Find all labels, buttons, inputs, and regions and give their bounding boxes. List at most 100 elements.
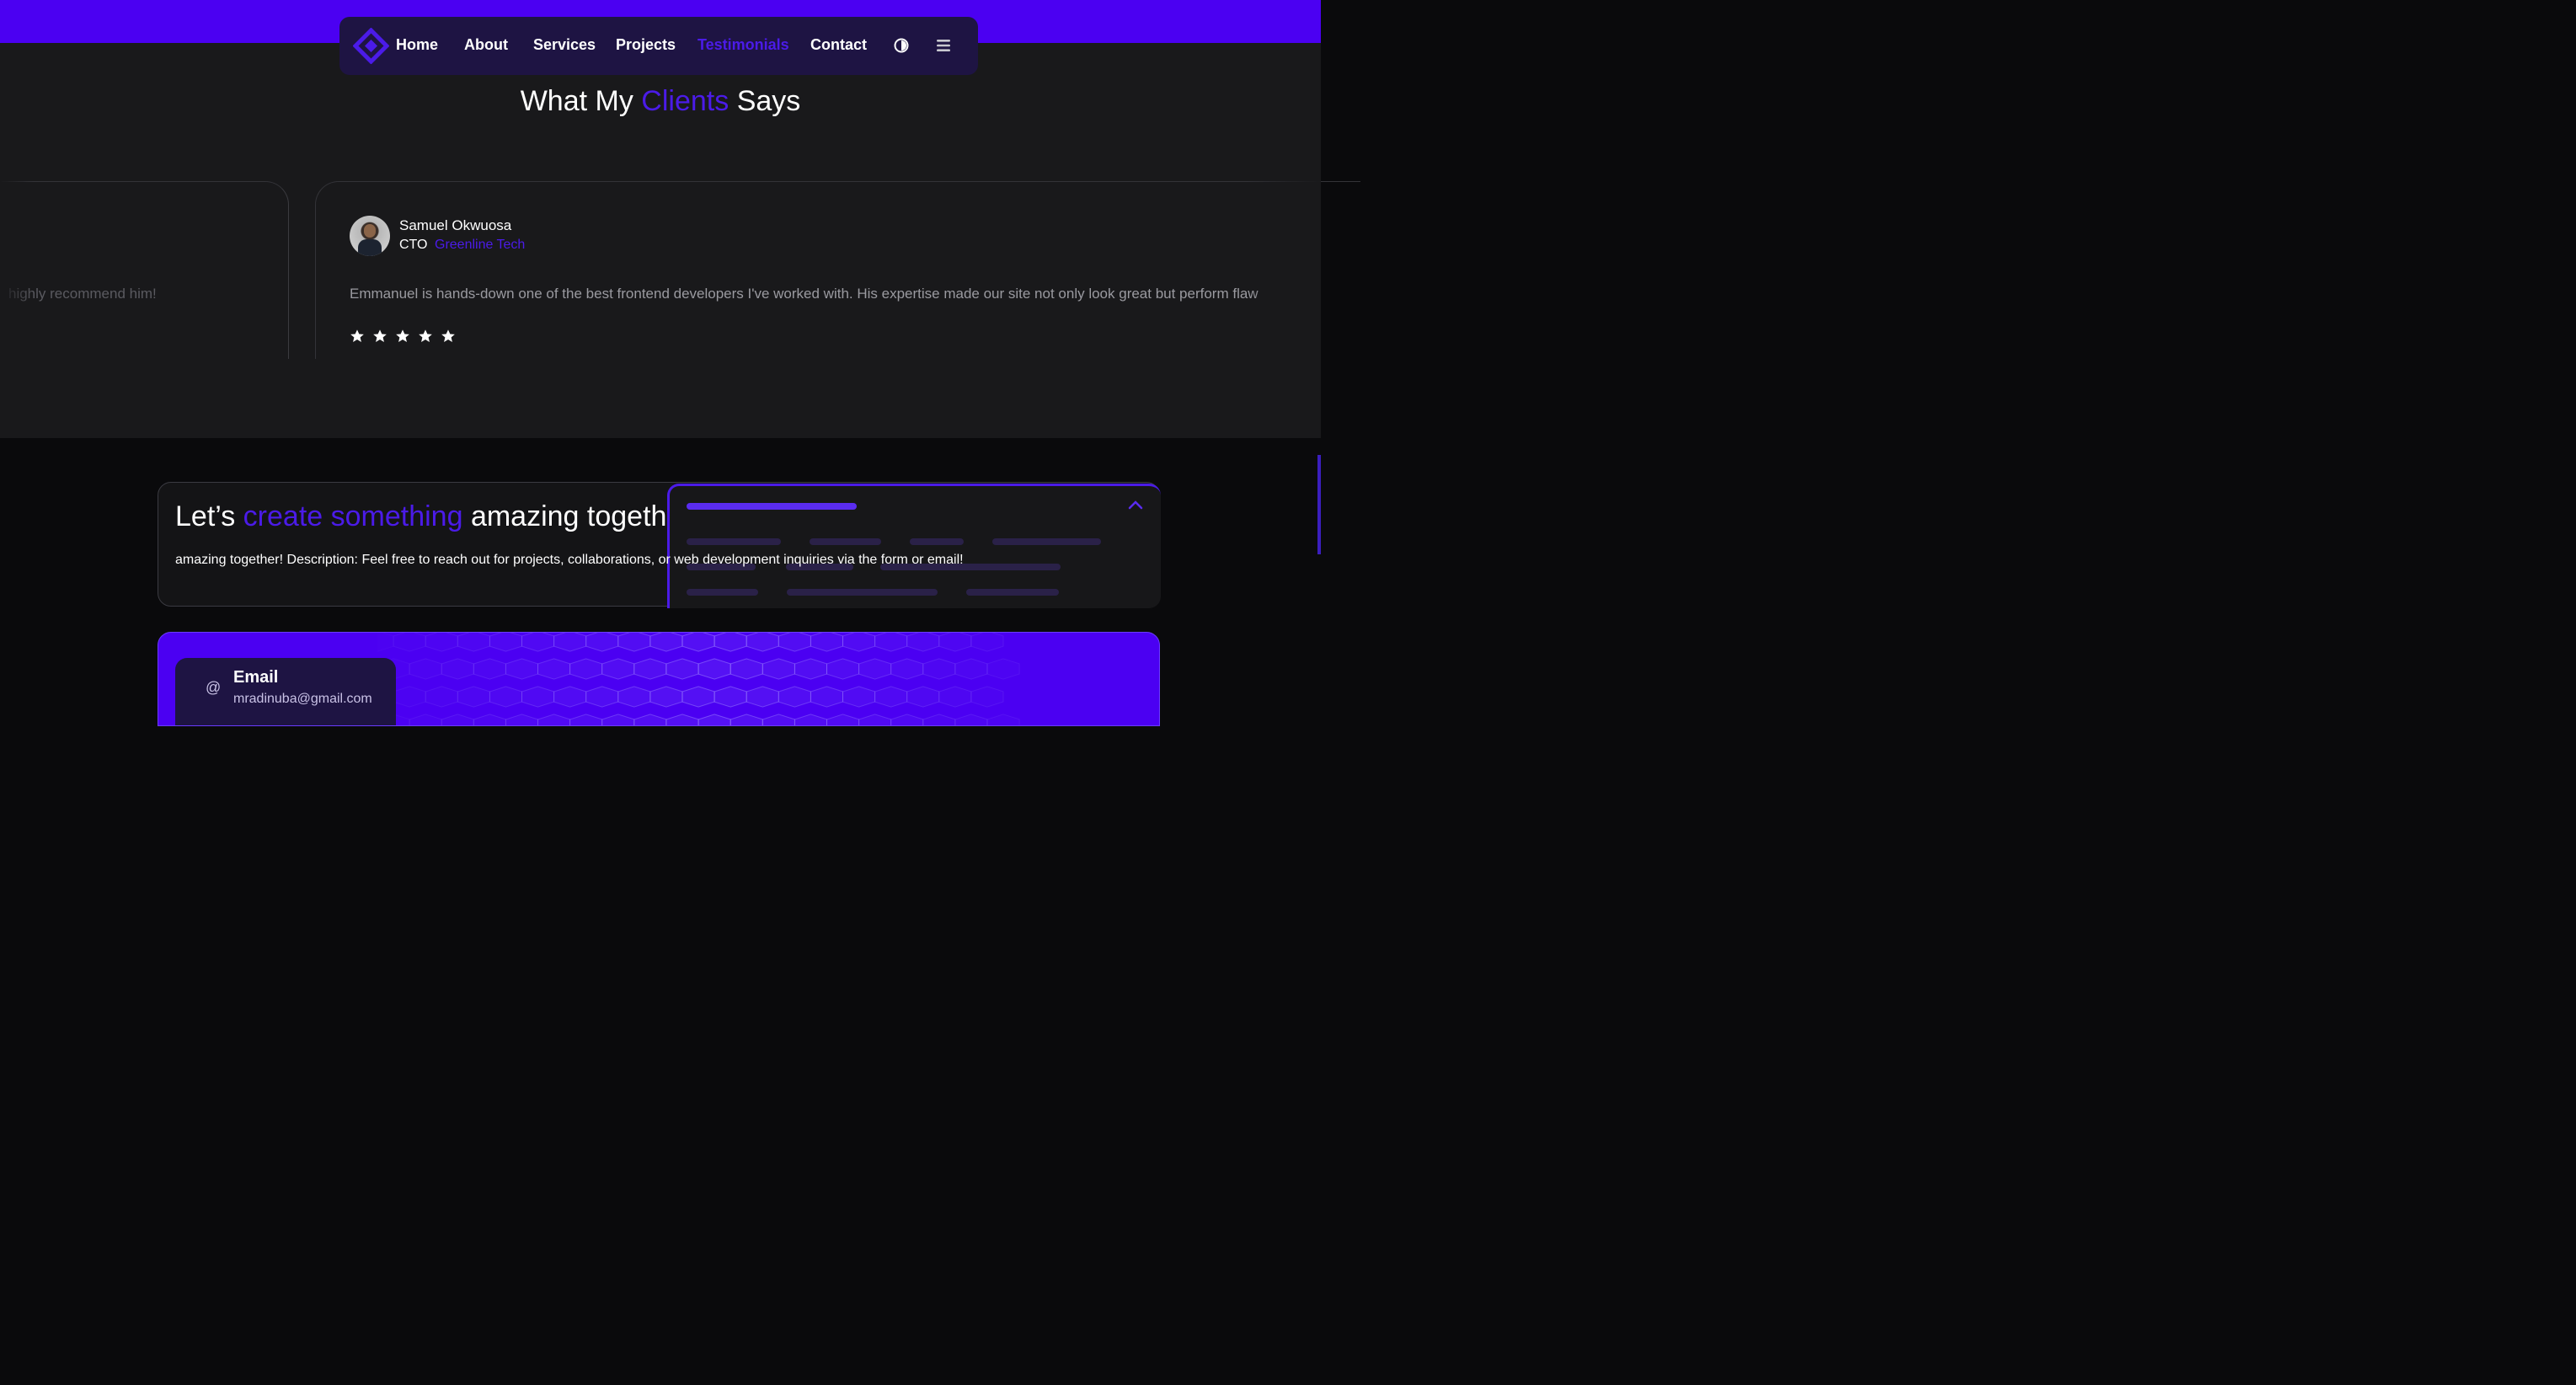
hex-cell xyxy=(393,686,426,708)
hex-cell xyxy=(778,686,811,708)
hex-cell xyxy=(457,633,490,652)
hex-cell xyxy=(842,633,876,652)
hex-cell xyxy=(553,686,587,708)
preview-bar xyxy=(966,589,1059,596)
hex-cell xyxy=(601,658,635,680)
hex-cell xyxy=(649,686,683,708)
hex-cell xyxy=(970,686,1004,708)
hex-cell xyxy=(730,714,763,725)
testimonial-quote: Emmanuel is hands-down one of the best f… xyxy=(350,286,1259,302)
hex-cell xyxy=(649,633,683,652)
testimonial-company: Greenline Tech xyxy=(435,238,526,252)
navbar: Home About Services Projects Testimonial… xyxy=(339,17,978,75)
theme-toggle-icon[interactable] xyxy=(894,38,909,53)
hex-cell xyxy=(713,686,747,708)
hex-cell xyxy=(377,633,394,652)
preview-bar xyxy=(910,538,964,545)
hex-cell xyxy=(794,658,827,680)
hex-cell xyxy=(505,714,538,725)
hex-cell xyxy=(441,714,474,725)
hex-cell xyxy=(938,686,972,708)
star-icon xyxy=(350,329,364,343)
hex-cell xyxy=(569,658,603,680)
star-icon xyxy=(373,329,387,343)
hex-cell xyxy=(473,714,506,725)
logo-icon[interactable] xyxy=(353,28,389,64)
chevron-up-icon[interactable] xyxy=(1128,500,1143,510)
hex-cell xyxy=(986,714,1020,725)
rating-stars xyxy=(350,329,456,344)
nav-projects[interactable]: Projects xyxy=(616,36,676,54)
hex-cell xyxy=(954,658,988,680)
hex-cell xyxy=(890,658,924,680)
preview-bar xyxy=(687,589,758,596)
nav-contact[interactable]: Contact xyxy=(810,36,867,54)
hex-cell xyxy=(746,686,779,708)
hex-cell xyxy=(425,633,458,652)
hex-cell xyxy=(906,686,940,708)
hex-cell xyxy=(874,686,908,708)
hex-cell xyxy=(537,714,571,725)
hex-cell xyxy=(569,714,603,725)
preview-bar xyxy=(810,538,881,545)
preview-bar xyxy=(687,538,781,545)
testimonial-card-current xyxy=(315,181,1360,359)
at-icon: @ xyxy=(206,679,222,696)
hex-cell xyxy=(697,714,731,725)
hex-cell xyxy=(826,658,860,680)
hex-cell xyxy=(906,633,940,652)
nav-testimonials[interactable]: Testimonials xyxy=(697,36,789,54)
star-icon xyxy=(419,329,432,343)
testimonial-name: Samuel Okwuosa xyxy=(399,217,512,233)
hex-cell xyxy=(425,686,458,708)
hex-cell xyxy=(858,658,892,680)
carousel-fade-right xyxy=(1247,168,1321,362)
hex-cell xyxy=(489,633,522,652)
hex-cell xyxy=(697,658,731,680)
hex-cell xyxy=(665,714,699,725)
hex-cell xyxy=(938,633,972,652)
hex-cell xyxy=(762,714,795,725)
nav-services[interactable]: Services xyxy=(533,36,596,54)
hex-cell xyxy=(537,658,571,680)
menu-icon[interactable] xyxy=(937,39,950,52)
hex-cell xyxy=(521,686,555,708)
hex-cell xyxy=(665,658,699,680)
hex-cell xyxy=(617,633,651,652)
hex-cell xyxy=(762,658,795,680)
preview-bar xyxy=(992,538,1101,545)
hex-cell xyxy=(681,686,715,708)
nav-about[interactable]: About xyxy=(464,36,508,54)
hex-cell xyxy=(778,633,811,652)
hex-cell xyxy=(842,686,876,708)
email-label: Email xyxy=(233,668,279,687)
hex-cell xyxy=(954,714,988,725)
preview-bar xyxy=(787,589,938,596)
hex-cell xyxy=(826,714,860,725)
hex-cell xyxy=(441,658,474,680)
preview-bar xyxy=(687,503,857,510)
hex-cell xyxy=(713,633,747,652)
heading-pre: What My xyxy=(520,85,633,117)
hex-cell xyxy=(890,714,924,725)
hex-cell xyxy=(521,633,555,652)
hex-cell xyxy=(617,686,651,708)
hex-cell xyxy=(970,633,1004,652)
hex-cell xyxy=(633,714,667,725)
email-value[interactable]: mradinuba@gmail.com xyxy=(233,692,372,707)
hex-cell xyxy=(986,658,1020,680)
scrollbar-thumb[interactable] xyxy=(1317,455,1321,554)
hex-cell xyxy=(746,633,779,652)
hex-cell xyxy=(794,714,827,725)
hex-cell xyxy=(585,686,619,708)
hex-cell xyxy=(393,633,426,652)
heading-post: Says xyxy=(736,85,801,117)
testimonials-heading: What My Clients Says xyxy=(0,85,1321,118)
hex-cell xyxy=(553,633,587,652)
hex-cell xyxy=(633,658,667,680)
nav-home[interactable]: Home xyxy=(396,36,438,54)
hex-cell xyxy=(874,633,908,652)
hex-cell xyxy=(681,633,715,652)
hex-cell xyxy=(409,658,442,680)
hex-cell xyxy=(409,714,442,725)
